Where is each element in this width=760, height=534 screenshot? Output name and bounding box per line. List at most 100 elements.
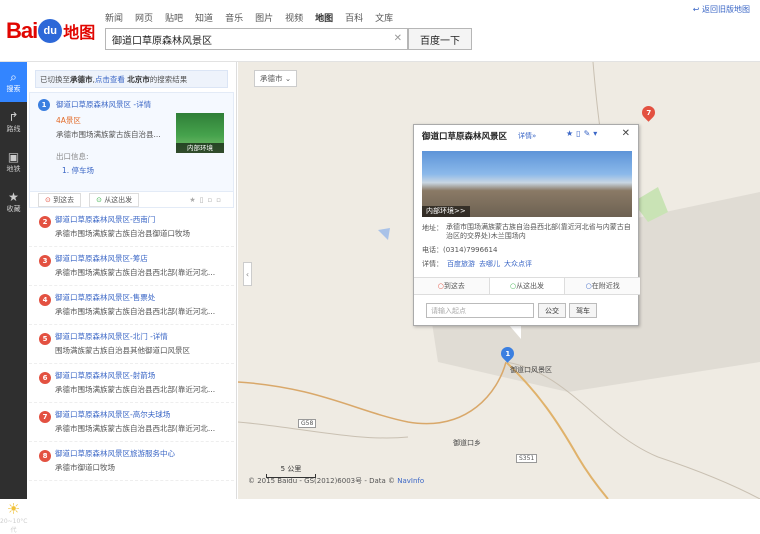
phone-icon[interactable]: ▯ [576, 129, 583, 138]
result-actions: 到这去 从这出发 ★▯▫▫ [29, 192, 234, 208]
weather-temp: 20~10°C [0, 518, 28, 525]
thumbnail-caption: 内部环境 [176, 143, 224, 153]
chevron-left-icon: ‹ [245, 269, 250, 279]
link-qunar[interactable]: 去哪儿 [479, 260, 500, 268]
collapse-panel-button[interactable]: ‹ [243, 262, 252, 286]
switch-city: 承德市 [70, 75, 93, 84]
route-icon: ↱ [8, 109, 19, 124]
popup-title: 御道口草原森林风景区 [422, 132, 508, 142]
nav-map[interactable]: 地图 [315, 11, 333, 24]
sidebar-item-label: 路线 [6, 124, 21, 133]
navinfo-link[interactable]: NavInfo [397, 477, 424, 485]
drive-route-button[interactable]: 驾车 [569, 303, 597, 318]
tab-go-here[interactable]: 到这去 [414, 278, 490, 294]
chevron-down-icon: ⌄ [284, 74, 292, 83]
start-here-button[interactable]: 从这出发 [89, 192, 140, 207]
logo-paw-icon: du [38, 19, 63, 43]
old-version-link[interactable]: ↩ 返回旧版地图 [693, 4, 750, 15]
tab-start-here[interactable]: 从这出发 [489, 278, 566, 294]
share-icons[interactable]: ★▯▫▫ [189, 196, 225, 204]
result-title[interactable]: 御道口草原森林风景区旅游服务中心 [55, 448, 175, 459]
logo-bai: Bai [6, 18, 38, 43]
result-item-1[interactable]: 1 御道口草原森林风景区 -详情 4A景区 承德市围场满族蒙古族自治县... 出… [29, 92, 234, 192]
road-sign-g58: G58 [298, 419, 317, 428]
sidebar-item-route[interactable]: ↱ 路线 [0, 102, 27, 142]
left-toolbar: ⌕ 搜索 ↱ 路线 ▣ 地铁 ★ 收藏 ☀ 20~10°C 代 [0, 62, 28, 534]
weather-widget[interactable]: ☀ 20~10°C 代 [0, 500, 28, 534]
star-icon: ★ [8, 189, 19, 204]
result-address: 承德市御道口牧场 [55, 463, 115, 472]
sidebar-item-search[interactable]: ⌕ 搜索 [0, 62, 27, 102]
result-marker-icon: 8 [39, 450, 51, 462]
switch-link[interactable]: 点击查看 [95, 75, 125, 84]
nav-images[interactable]: 图片 [255, 11, 273, 24]
map-poi-label[interactable]: 御道口风景区 [510, 365, 552, 375]
result-title[interactable]: 御道口草原森林风景区-高尔夫球场 [55, 409, 170, 420]
sidebar-item-favorites[interactable]: ★ 收藏 [0, 182, 27, 222]
map-lake [378, 228, 390, 240]
popup-photo[interactable]: 内部环境>> [422, 151, 632, 217]
nav-web[interactable]: 网页 [135, 11, 153, 24]
popup-tools[interactable]: ★▯✎▾ [566, 129, 600, 138]
close-icon[interactable]: ✕ [622, 128, 630, 139]
result-title[interactable]: 御道口草原森林风景区-筹店 [55, 253, 148, 264]
baidu-map-logo[interactable]: Bai du 地图 [6, 16, 95, 46]
marker-number: 7 [646, 108, 651, 117]
nav-wenku[interactable]: 文库 [375, 11, 393, 24]
clear-icon[interactable]: ✕ [394, 33, 402, 44]
nav-tieba[interactable]: 贴吧 [165, 11, 183, 24]
list-item[interactable]: 2 御道口草原森林风景区-西南门 承德市围场满族蒙古族自治县御道口牧场 [29, 208, 234, 247]
result-thumbnail[interactable]: 内部环境 [176, 113, 224, 153]
sidebar-item-label: 收藏 [6, 204, 21, 213]
result-marker-icon: 6 [39, 372, 51, 384]
edit-icon[interactable]: ✎ [584, 129, 594, 138]
city-selector[interactable]: 承德市 ⌄ [254, 70, 298, 87]
result-address: 围场满族蒙古族自治县其他御道口风景区 [55, 346, 190, 355]
map-copyright: © 2015 Baidu - GS(2012)6003号 - Data © Na… [248, 476, 424, 486]
result-address: 承德市围场满族蒙古族自治县御道口牧场 [55, 229, 190, 238]
nav-video[interactable]: 视频 [285, 11, 303, 24]
list-item[interactable]: 5 御道口草原森林风景区-北门 -详情 围场满族蒙古族自治县其他御道口风景区 [29, 325, 234, 364]
link-dianping[interactable]: 大众点评 [504, 260, 532, 268]
result-marker-icon: 2 [39, 216, 51, 228]
search-button[interactable]: 百度一下 [408, 28, 472, 50]
map-road [238, 361, 507, 425]
more-icon[interactable]: ▾ [593, 129, 600, 138]
exit-info-value[interactable]: 1. 停车场 [62, 165, 94, 176]
city-switch-notice: 已切换至承德市,点击查看 北京市的搜索结果 [35, 70, 228, 88]
address-label: 地址： [422, 224, 443, 232]
result-marker-icon: 3 [39, 255, 51, 267]
result-title[interactable]: 御道口草原森林风景区-射箭场 [55, 370, 155, 381]
result-marker-icon: 4 [39, 294, 51, 306]
nav-music[interactable]: 音乐 [225, 11, 243, 24]
sidebar-item-subway[interactable]: ▣ 地铁 [0, 142, 27, 182]
favorite-icon[interactable]: ★ [566, 129, 576, 138]
popup-detail-link[interactable]: 详情» [518, 131, 536, 141]
copyright-text: © 2015 Baidu - GS(2012)6003号 - Data © [248, 477, 396, 485]
route-tabs: 到这去 从这出发 在附近找 [414, 277, 640, 295]
result-title[interactable]: 御道口草原森林风景区 -详情 [56, 99, 151, 110]
nav-baike[interactable]: 百科 [345, 11, 363, 24]
nav-zhidao[interactable]: 知道 [195, 11, 213, 24]
search-input[interactable]: 御道口草原森林风景区 ✕ [105, 28, 408, 50]
result-title[interactable]: 御道口草原森林风景区-西南门 [55, 214, 155, 225]
search-icon: ⌕ [10, 69, 17, 84]
photo-caption[interactable]: 内部环境>> [422, 206, 470, 217]
list-item[interactable]: 6 御道口草原森林风景区-射箭场 承德市围场满族蒙古族自治县西北部(靠近河北..… [29, 364, 234, 403]
link-baidu-travel[interactable]: 百度旅游 [447, 260, 475, 268]
list-item[interactable]: 7 御道口草原森林风景区-高尔夫球场 承德市围场满族蒙古族自治县西北部(靠近河北… [29, 403, 234, 442]
result-title[interactable]: 御道口草原森林风景区-售票处 [55, 292, 155, 303]
old-version-icon: ↩ [692, 5, 702, 14]
bus-route-button[interactable]: 公交 [538, 303, 566, 318]
tab-nearby[interactable]: 在附近找 [565, 278, 640, 294]
search-value: 御道口草原森林风景区 [112, 36, 212, 47]
go-here-button[interactable]: 到这去 [38, 192, 82, 207]
list-item[interactable]: 8 御道口草原森林风景区旅游服务中心 承德市御道口牧场 [29, 442, 234, 481]
list-item[interactable]: 4 御道口草原森林风景区-售票处 承德市围场满族蒙古族自治县西北部(靠近河北..… [29, 286, 234, 325]
result-title[interactable]: 御道口草原森林风景区-北门 -详情 [55, 331, 168, 342]
result-address: 承德市围场满族蒙古族自治县... [56, 130, 161, 139]
map-town-label: 御道口乡 [453, 439, 481, 447]
list-item[interactable]: 3 御道口草原森林风景区-筹店 承德市围场满族蒙古族自治县西北部(靠近河北... [29, 247, 234, 286]
start-point-input[interactable]: 请输入起点 [426, 303, 534, 318]
nav-news[interactable]: 新闻 [105, 11, 123, 24]
